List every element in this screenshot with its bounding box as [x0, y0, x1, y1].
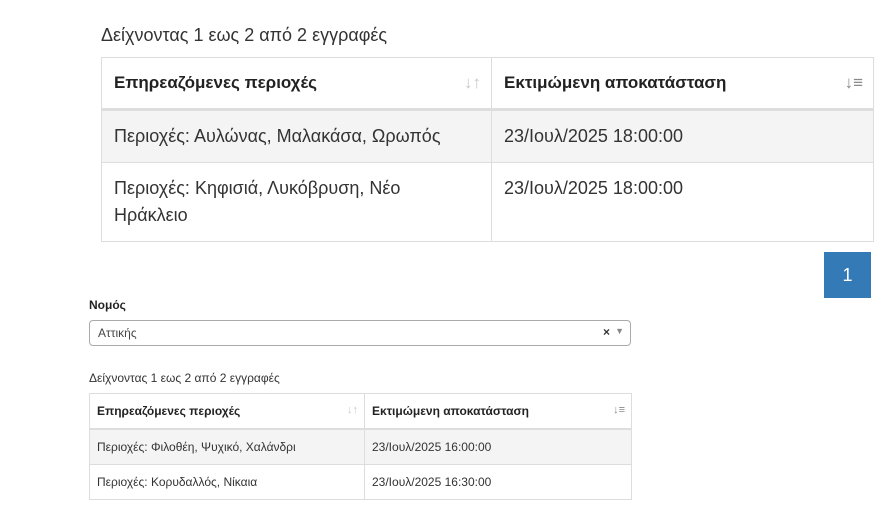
column-header-label: Επηρεαζόμενες περιοχές — [114, 73, 317, 92]
table-cell-areas: Περιοχές: Κηφισιά, Λυκόβρυση, Νέο Ηράκλε… — [101, 162, 492, 242]
sort-both-icon[interactable]: ↓↑ — [347, 404, 358, 416]
chevron-down-icon[interactable]: ▼ — [615, 326, 624, 336]
table-cell-areas: Περιοχές: Αυλώνας, Μαλακάσα, Ωρωπός — [101, 109, 492, 163]
table-row: Περιοχές: Φιλοθέη, Ψυχικό, Χαλάνδρι 23/Ι… — [89, 428, 632, 465]
table-cell-restoration-time: 23/Ιουλ/2025 16:00:00 — [364, 428, 632, 465]
table-cell-restoration-time: 23/Ιουλ/2025 18:00:00 — [491, 109, 874, 163]
table-row: Περιοχές: Αυλώνας, Μαλακάσα, Ωρωπός 23/Ι… — [101, 109, 874, 163]
table-row: Περιοχές: Κορυδαλλός, Νίκαια 23/Ιουλ/202… — [89, 464, 632, 500]
column-header-estimated-restoration[interactable]: Εκτιμώμενη αποκατάσταση ↓≡ — [491, 57, 874, 111]
outages-table-attica-large: Επηρεαζόμενες περιοχές ↓↑ Εκτιμώμενη απο… — [101, 57, 874, 242]
column-header-affected-areas[interactable]: Επηρεαζόμενες περιοχές ↓↑ — [101, 57, 492, 111]
column-header-label: Εκτιμώμενη αποκατάσταση — [372, 404, 530, 418]
sort-desc-icon[interactable]: ↓≡ — [613, 404, 625, 416]
sort-desc-icon[interactable]: ↓≡ — [845, 73, 863, 93]
outages-table-attica: Επηρεαζόμενες περιοχές ↓↑ Εκτιμώμενη απο… — [89, 393, 632, 500]
column-header-label: Επηρεαζόμενες περιοχές — [97, 404, 241, 418]
clear-selection-icon[interactable]: × — [603, 325, 610, 339]
column-header-affected-areas[interactable]: Επηρεαζόμενες περιοχές ↓↑ — [89, 393, 365, 430]
table-cell-areas: Περιοχές: Φιλοθέη, Ψυχικό, Χαλάνδρι — [89, 428, 365, 465]
column-header-estimated-restoration[interactable]: Εκτιμώμενη αποκατάσταση ↓≡ — [364, 393, 632, 430]
nomos-selected-value: Αττικής — [98, 326, 137, 340]
column-header-label: Εκτιμώμενη αποκατάσταση — [504, 73, 727, 92]
table-info-text: Δείχνοντας 1 εως 2 από 2 εγγραφές — [101, 25, 388, 45]
table-cell-restoration-time: 23/Ιουλ/2025 18:00:00 — [491, 162, 874, 242]
nomos-label: Νομός — [89, 298, 126, 312]
table-row: Περιοχές: Κηφισιά, Λυκόβρυση, Νέο Ηράκλε… — [101, 162, 874, 242]
nomos-select[interactable]: Αττικής × ▼ — [89, 320, 631, 346]
table-cell-areas: Περιοχές: Κορυδαλλός, Νίκαια — [89, 464, 365, 500]
table-cell-restoration-time: 23/Ιουλ/2025 16:30:00 — [364, 464, 632, 500]
pagination-page-1-button[interactable]: 1 — [824, 252, 871, 298]
sort-both-icon[interactable]: ↓↑ — [464, 73, 481, 93]
table-info-text: Δείχνοντας 1 εως 2 από 2 εγγραφές — [89, 371, 280, 385]
